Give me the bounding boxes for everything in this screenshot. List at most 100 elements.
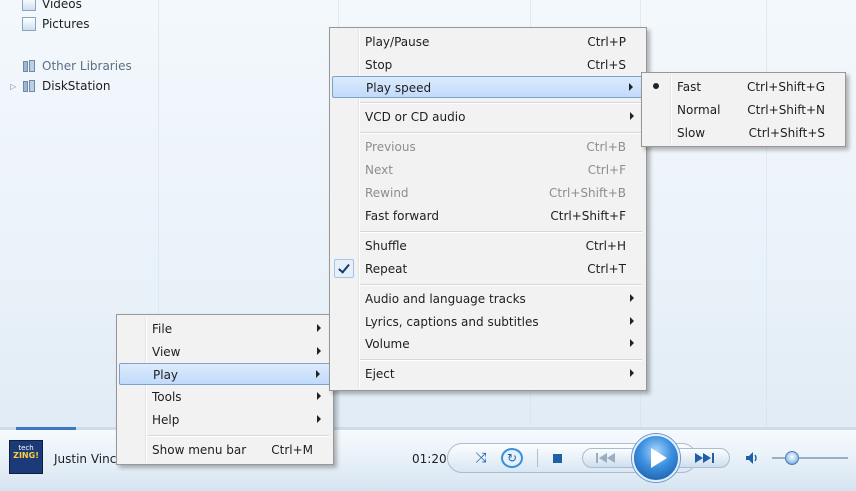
stop-icon[interactable]	[549, 450, 565, 466]
play-speed-submenu: Fast Ctrl+Shift+G Normal Ctrl+Shift+N Sl…	[641, 72, 846, 147]
library-item-other-libraries[interactable]: Other Libraries	[22, 57, 132, 75]
menu-item-label: Play speed	[366, 81, 432, 95]
menu-item-label: Fast	[677, 80, 702, 94]
menu-item-view[interactable]: View	[119, 341, 331, 363]
library-item-diskstation[interactable]: DiskStation	[22, 77, 110, 95]
checkmark-icon	[334, 259, 354, 278]
menu-item-shortcut: Ctrl+Shift+N	[747, 103, 825, 117]
library-icon	[22, 59, 36, 73]
menu-item-label: Previous	[365, 140, 416, 154]
shuffle-icon[interactable]: ⤨	[470, 448, 492, 468]
menu-item-shortcut: Ctrl+P	[587, 35, 626, 49]
menu-item-audio-language-tracks[interactable]: Audio and language tracks	[332, 288, 644, 310]
menu-item-shortcut: Ctrl+Shift+G	[746, 80, 825, 94]
menu-item-repeat[interactable]: Repeat Ctrl+T	[332, 258, 644, 280]
library-item-pictures[interactable]: Pictures	[22, 15, 90, 33]
menu-item-lyrics-captions-subtitles[interactable]: Lyrics, captions and subtitles	[332, 311, 644, 333]
submenu-arrow-icon	[630, 317, 634, 325]
context-menu: File View Play Tools Help Show menu bar …	[116, 314, 334, 465]
menu-item-label: Eject	[365, 367, 395, 381]
volume-slider-thumb[interactable]	[785, 451, 799, 465]
menu-item-speed-fast[interactable]: Fast Ctrl+Shift+G	[644, 76, 843, 98]
menu-item-shortcut: Ctrl+S	[586, 58, 626, 72]
menu-separator	[360, 359, 642, 361]
menu-item-label: Tools	[152, 390, 182, 404]
menu-item-vcd-cd-audio[interactable]: VCD or CD audio	[332, 106, 644, 128]
control-divider	[537, 449, 538, 467]
menu-item-label: Fast forward	[365, 209, 439, 223]
menu-item-rewind: Rewind Ctrl+Shift+B	[332, 182, 644, 204]
videos-icon	[22, 0, 36, 11]
previous-icon[interactable]	[592, 451, 622, 465]
menu-item-label: Volume	[365, 337, 410, 351]
next-icon[interactable]	[688, 451, 718, 465]
submenu-arrow-icon	[630, 294, 634, 302]
menu-item-label: Lyrics, captions and subtitles	[365, 315, 539, 329]
menu-item-label: Stop	[365, 58, 393, 72]
play-icon[interactable]	[632, 434, 680, 482]
menu-item-show-menu-bar[interactable]: Show menu bar Ctrl+M	[119, 439, 331, 461]
menu-item-tools[interactable]: Tools	[119, 386, 331, 408]
menu-item-volume[interactable]: Volume	[332, 333, 644, 355]
menu-item-play-speed[interactable]: Play speed	[332, 76, 644, 98]
play-submenu: Play/Pause Ctrl+P Stop Ctrl+S Play speed…	[329, 27, 647, 391]
menu-separator	[360, 284, 642, 286]
menu-item-shortcut: Ctrl+Shift+B	[549, 186, 626, 200]
menu-item-label: Normal	[677, 103, 721, 117]
menu-item-shortcut: Ctrl+T	[587, 262, 626, 276]
menu-item-label: Audio and language tracks	[365, 292, 526, 306]
menu-separator	[360, 231, 642, 233]
menu-item-help[interactable]: Help	[119, 409, 331, 431]
volume-icon[interactable]	[744, 450, 762, 466]
library-item-label: Other Libraries	[42, 59, 132, 73]
elapsed-time: 01:20	[412, 452, 447, 466]
pictures-icon	[22, 17, 36, 31]
menu-separator	[360, 132, 642, 134]
menu-separator	[360, 102, 642, 104]
submenu-arrow-icon	[317, 392, 321, 400]
menu-item-file[interactable]: File	[119, 318, 331, 340]
expand-arrow-icon[interactable]: ▷	[10, 82, 16, 91]
library-icon	[22, 79, 36, 93]
menu-item-label: Rewind	[365, 186, 409, 200]
menu-item-play[interactable]: Play	[119, 363, 331, 385]
menu-item-stop[interactable]: Stop Ctrl+S	[332, 54, 644, 76]
volume-slider-track[interactable]	[772, 457, 848, 459]
menu-item-label: Slow	[677, 126, 706, 140]
menu-item-label: Help	[152, 413, 180, 427]
menu-item-label: VCD or CD audio	[365, 110, 466, 124]
submenu-arrow-icon	[316, 370, 320, 378]
menu-item-label: Play/Pause	[365, 35, 430, 49]
submenu-arrow-icon	[630, 112, 634, 120]
library-item-label: DiskStation	[42, 79, 111, 93]
menu-item-eject[interactable]: Eject	[332, 363, 644, 385]
menu-item-previous: Previous Ctrl+B	[332, 136, 644, 158]
menu-item-label: Play	[153, 368, 179, 382]
menu-item-label: Repeat	[365, 262, 408, 276]
submenu-arrow-icon	[629, 83, 633, 91]
album-art[interactable]: tech ZING!	[9, 440, 43, 474]
menu-item-shuffle[interactable]: Shuffle Ctrl+H	[332, 235, 644, 257]
menu-item-speed-slow[interactable]: Slow Ctrl+Shift+S	[644, 122, 843, 144]
menu-item-label: File	[152, 322, 173, 336]
menu-item-next: Next Ctrl+F	[332, 159, 644, 181]
submenu-arrow-icon	[317, 415, 321, 423]
menu-item-speed-normal[interactable]: Normal Ctrl+Shift+N	[644, 99, 843, 121]
menu-item-shortcut: Ctrl+H	[585, 239, 626, 253]
now-playing-title: Justin Vinco	[54, 452, 124, 466]
menu-item-shortcut: Ctrl+M	[271, 443, 313, 457]
menu-item-label: View	[152, 345, 181, 359]
menu-item-shortcut: Ctrl+B	[586, 140, 626, 154]
submenu-arrow-icon	[630, 369, 634, 377]
repeat-icon[interactable]: ↻	[501, 448, 523, 468]
submenu-arrow-icon	[317, 347, 321, 355]
library-item-label: Videos	[42, 0, 82, 11]
menu-item-fast-forward[interactable]: Fast forward Ctrl+Shift+F	[332, 205, 644, 227]
selected-bullet-icon	[653, 83, 659, 89]
submenu-arrow-icon	[630, 339, 634, 347]
menu-item-label: Next	[365, 163, 393, 177]
library-item-videos[interactable]: Videos	[22, 0, 82, 13]
menu-item-label: Shuffle	[365, 239, 407, 253]
menu-item-label: Show menu bar	[152, 443, 247, 457]
menu-item-play-pause[interactable]: Play/Pause Ctrl+P	[332, 31, 644, 53]
